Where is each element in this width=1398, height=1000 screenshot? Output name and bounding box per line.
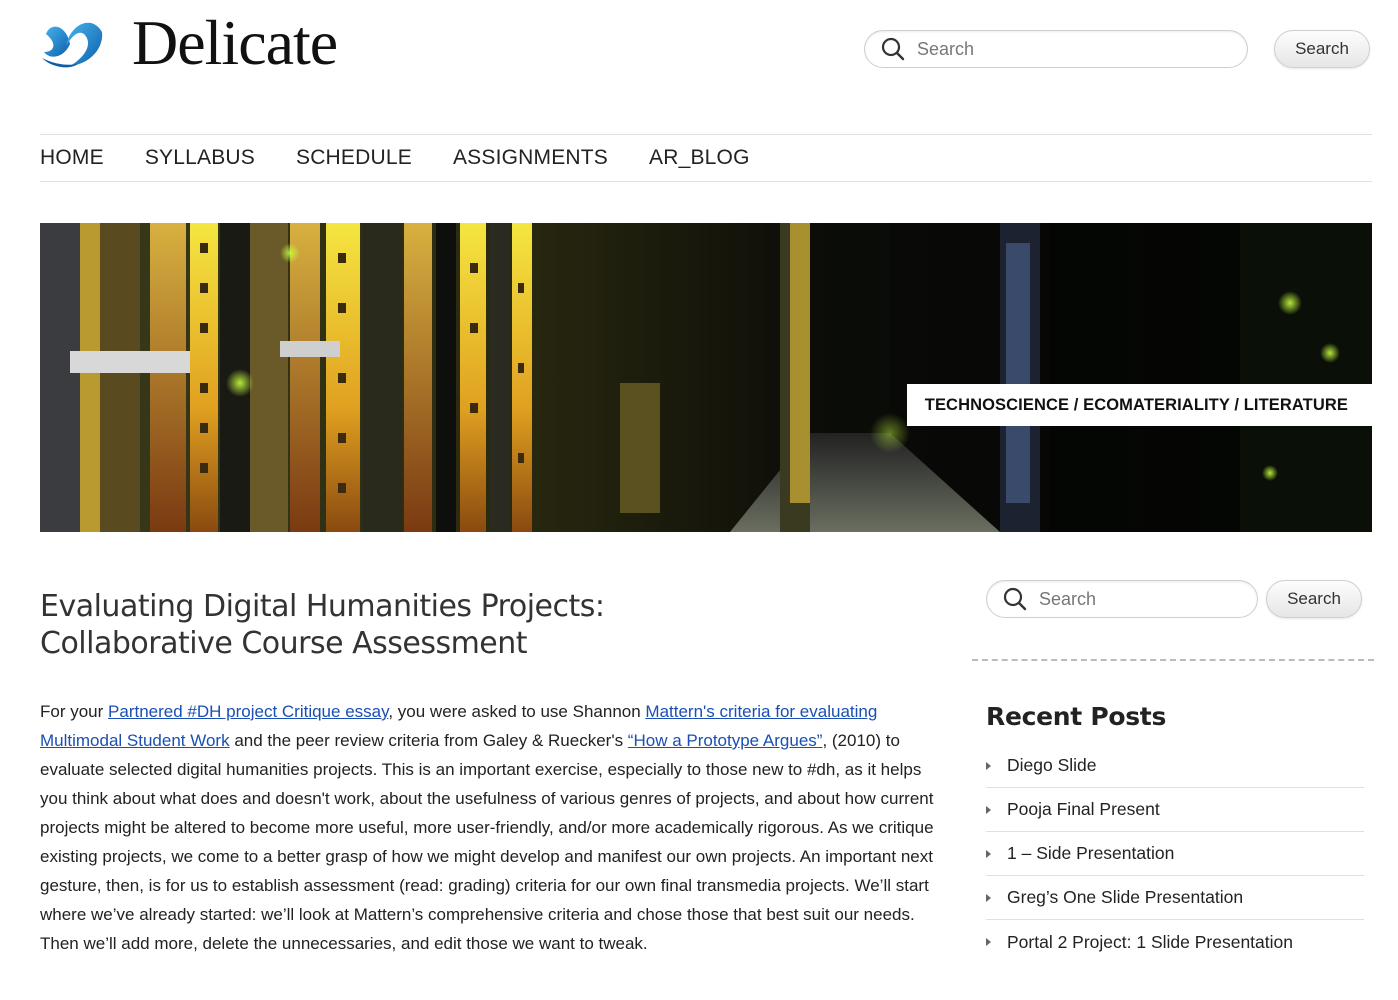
post-body-text: For your	[40, 702, 109, 721]
recent-post-link[interactable]: Diego Slide	[1007, 755, 1097, 776]
list-item: Greg’s One Slide Presentation	[986, 876, 1364, 920]
recent-post-link[interactable]: Greg’s One Slide Presentation	[1007, 887, 1243, 908]
recent-posts-heading: Recent Posts	[986, 702, 1167, 731]
post-title-line1: Evaluating Digital Humanities Projects:	[40, 589, 605, 624]
post-title-line2: Collaborative Course Assessment	[40, 626, 528, 661]
partnered-dh-critique-link[interactable]: Partnered #DH project Critique essay	[108, 702, 388, 721]
header-search-input[interactable]	[865, 31, 1247, 67]
post-body: For your Partnered #DH project Critique …	[40, 697, 940, 958]
bullet-arrow-icon	[986, 849, 991, 858]
recent-post-link[interactable]: Pooja Final Present	[1007, 799, 1160, 820]
butterfly-icon	[42, 22, 103, 68]
banner-tagline: TECHNOSCIENCE / ECOMATERIALITY / LITERAT…	[906, 384, 1372, 426]
site-title[interactable]: Delicate	[132, 6, 338, 80]
prototype-argues-link[interactable]: “How a Prototype Argues”	[628, 731, 823, 750]
bullet-arrow-icon	[986, 893, 991, 902]
nav-syllabus[interactable]: SYLLABUS	[145, 146, 255, 170]
bullet-arrow-icon	[986, 938, 991, 946]
header-banner-image: TECHNOSCIENCE / ECOMATERIALITY / LITERAT…	[40, 223, 1372, 532]
sidebar-divider	[972, 659, 1374, 661]
sidebar-search-form: Search	[986, 580, 1362, 618]
recent-post-link[interactable]: Portal 2 Project: 1 Slide Presentation	[1007, 932, 1293, 953]
sidebar-search-field[interactable]	[986, 580, 1258, 618]
bullet-arrow-icon	[986, 761, 991, 770]
recent-posts-list: Diego Slide Pooja Final Present 1 – Side…	[986, 744, 1364, 964]
list-item: 1 – Side Presentation	[986, 832, 1364, 876]
header-search-field[interactable]	[864, 30, 1248, 68]
post-body-text: , (2010) to evaluate selected digital hu…	[40, 731, 934, 953]
bullet-arrow-icon	[986, 805, 991, 814]
main-nav: HOME SYLLABUS SCHEDULE ASSIGNMENTS AR_BL…	[40, 134, 1372, 182]
search-icon	[881, 37, 905, 61]
server-room-photo	[40, 223, 1372, 532]
list-item: Diego Slide	[986, 744, 1364, 788]
post-body-text: , you were asked to use Shannon	[388, 702, 646, 721]
nav-schedule[interactable]: SCHEDULE	[296, 146, 412, 170]
header-search-form: Search	[864, 30, 1370, 68]
search-icon	[1003, 587, 1027, 611]
post-body-text: and the peer review criteria from Galey …	[229, 731, 628, 750]
nav-ar-blog[interactable]: AR_BLOG	[649, 146, 750, 170]
sidebar-search-button[interactable]: Search	[1266, 580, 1362, 618]
nav-home[interactable]: HOME	[40, 146, 104, 170]
post-title[interactable]: Evaluating Digital Humanities Projects: …	[40, 588, 760, 662]
recent-post-link[interactable]: 1 – Side Presentation	[1007, 843, 1174, 864]
list-item: Pooja Final Present	[986, 788, 1364, 832]
header-search-button[interactable]: Search	[1274, 30, 1370, 68]
site-logo[interactable]	[40, 14, 106, 72]
list-item: Portal 2 Project: 1 Slide Presentation	[986, 920, 1364, 964]
sidebar-search-input[interactable]	[987, 581, 1257, 617]
nav-assignments[interactable]: ASSIGNMENTS	[453, 146, 608, 170]
